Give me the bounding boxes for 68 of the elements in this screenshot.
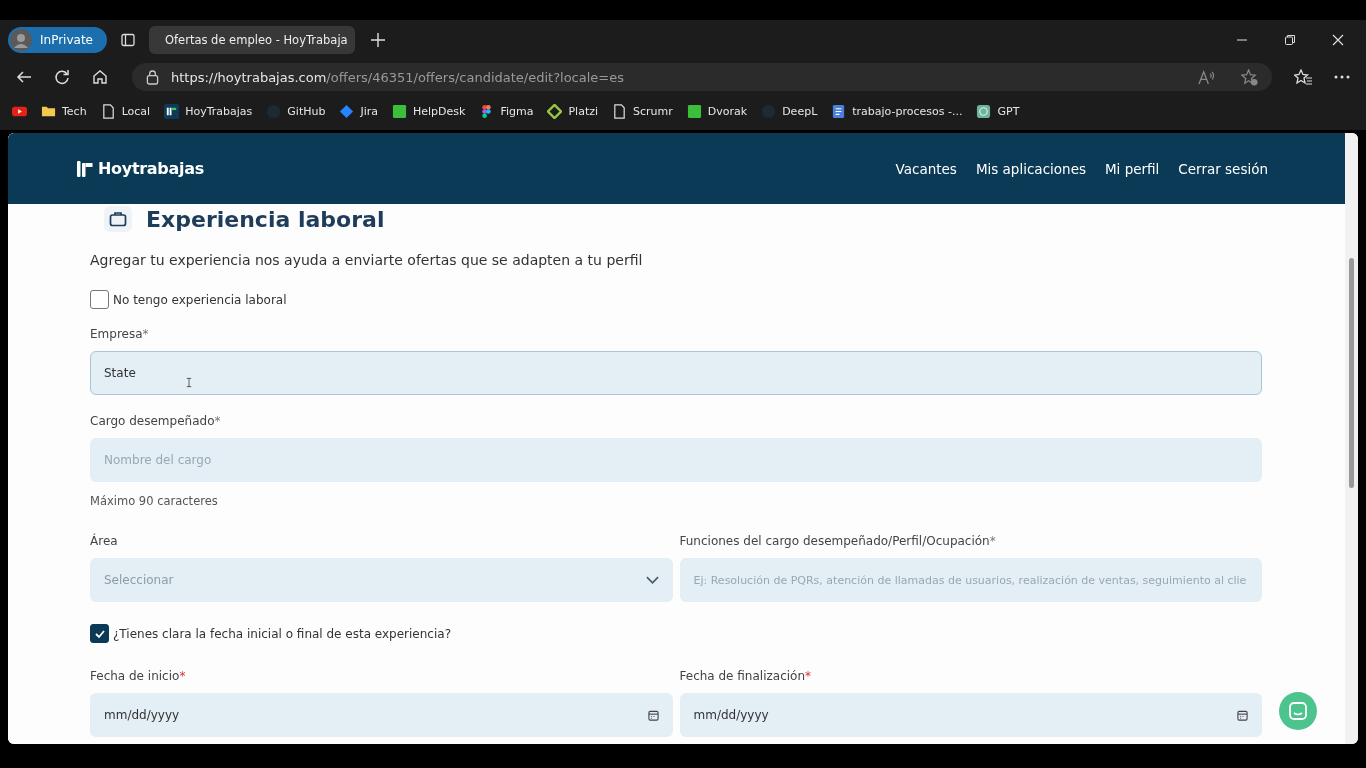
nav-link[interactable]: Mis aplicaciones bbox=[975, 160, 1086, 177]
nav-link[interactable]: Vacantes bbox=[895, 160, 957, 177]
logo-icon[interactable] bbox=[76, 159, 94, 178]
checkbox-label: No tengo experiencia laboral bbox=[113, 292, 287, 307]
chat-icon bbox=[1288, 701, 1308, 721]
bookmark-link[interactable]: GPT bbox=[997, 104, 1020, 118]
bookmark-link[interactable]: HelpDesk bbox=[413, 104, 466, 118]
field-label: Funciones del cargo desempeñado/Perfil/Ocupación* bbox=[679, 534, 997, 548]
more-icon[interactable] bbox=[1334, 75, 1350, 79]
avatar-icon bbox=[10, 29, 32, 51]
scrollbar[interactable] bbox=[1345, 133, 1358, 744]
bookmark-link[interactable]: Scrumr bbox=[633, 104, 673, 118]
outline-diamond-icon[interactable] bbox=[547, 103, 563, 119]
profile-button[interactable]: InPrivate bbox=[8, 27, 107, 53]
diamond-icon[interactable] bbox=[339, 103, 355, 119]
favorites-icon[interactable] bbox=[1294, 69, 1312, 85]
square-icon[interactable] bbox=[686, 103, 702, 119]
bookmark-link[interactable]: Local bbox=[121, 104, 151, 118]
bookmark-link[interactable]: Dvorak bbox=[707, 104, 748, 118]
field-label: Fecha de inicio* bbox=[90, 669, 187, 683]
intro-text: Agregar tu experiencia nos ayuda a enviarte ofertas que se adapten a tu perfil bbox=[90, 252, 644, 268]
checkbox-label: ¿Tienes clara la fecha inicial o final de esta experiencia? bbox=[113, 626, 451, 641]
checkbox[interactable] bbox=[90, 624, 109, 643]
close-window-icon[interactable] bbox=[1332, 34, 1344, 46]
add-favorite-icon[interactable] bbox=[1241, 68, 1258, 86]
calendar-icon[interactable] bbox=[647, 709, 659, 721]
page-icon[interactable] bbox=[612, 103, 628, 119]
chevron-down-icon bbox=[645, 576, 659, 584]
tab-actions-icon[interactable] bbox=[121, 33, 135, 47]
doc-icon[interactable] bbox=[831, 103, 847, 119]
bookmark-link[interactable]: trabajo-procesos -... bbox=[852, 104, 963, 118]
bookmark-link[interactable]: HoyTrabajas bbox=[185, 104, 253, 118]
position-field[interactable]: Nombre del cargo bbox=[90, 438, 1262, 482]
section-title: Experiencia laboral bbox=[146, 206, 385, 232]
address-bar[interactable]: https://hoytrabajas.com/offers/46351/offers/candidate/edit?locale=es bbox=[132, 63, 1272, 91]
bookmark-link[interactable]: DeepL bbox=[782, 104, 818, 118]
nav-link[interactable]: Cerrar sesión bbox=[1178, 160, 1268, 177]
nav-link[interactable]: Mi perfil bbox=[1104, 160, 1160, 177]
logo-icon[interactable] bbox=[164, 103, 180, 119]
bookmark-link[interactable]: Tech bbox=[62, 104, 87, 118]
calendar-icon[interactable] bbox=[1237, 709, 1248, 721]
company-field[interactable]: State bbox=[90, 351, 1262, 395]
lock-icon bbox=[146, 69, 159, 85]
back-icon[interactable] bbox=[16, 69, 32, 85]
read-aloud-icon[interactable] bbox=[1198, 69, 1215, 85]
bookmark-link[interactable]: Jira bbox=[360, 104, 378, 118]
hint-text: Máximo 90 caracteres bbox=[90, 494, 219, 508]
restore-icon[interactable] bbox=[1284, 34, 1296, 46]
bookmark-link[interactable]: GitHub bbox=[287, 104, 326, 118]
new-tab-icon[interactable] bbox=[371, 33, 385, 47]
brand-name[interactable]: Hoytrabajas bbox=[98, 159, 204, 178]
field-label: Cargo desempeñado* bbox=[90, 414, 222, 428]
page-icon[interactable] bbox=[100, 103, 116, 119]
browser-tab[interactable]: Ofertas de empleo - HoyTrabaja bbox=[149, 26, 355, 54]
checkbox[interactable] bbox=[90, 290, 109, 309]
reload-icon[interactable] bbox=[54, 69, 70, 85]
bookmark-link[interactable]: Figma bbox=[500, 104, 534, 118]
text-cursor-icon bbox=[185, 376, 192, 388]
duties-field[interactable]: Ej: Resolución de PQRs, atención de llamadas de usuarios, realización de ventas, seguimiento al clie bbox=[679, 558, 1262, 602]
bookmark-link[interactable]: Platzi bbox=[568, 104, 599, 118]
date-field[interactable]: mm/dd/yyyy bbox=[679, 693, 1262, 737]
briefcase-icon bbox=[104, 206, 132, 232]
field-label: Área bbox=[90, 534, 119, 548]
field-label: Fecha de finalización* bbox=[679, 669, 813, 683]
date-field[interactable]: mm/dd/yyyy bbox=[90, 693, 673, 737]
home-icon[interactable] bbox=[92, 69, 108, 85]
square-icon[interactable] bbox=[392, 103, 407, 119]
field-label: Empresa* bbox=[90, 327, 150, 341]
